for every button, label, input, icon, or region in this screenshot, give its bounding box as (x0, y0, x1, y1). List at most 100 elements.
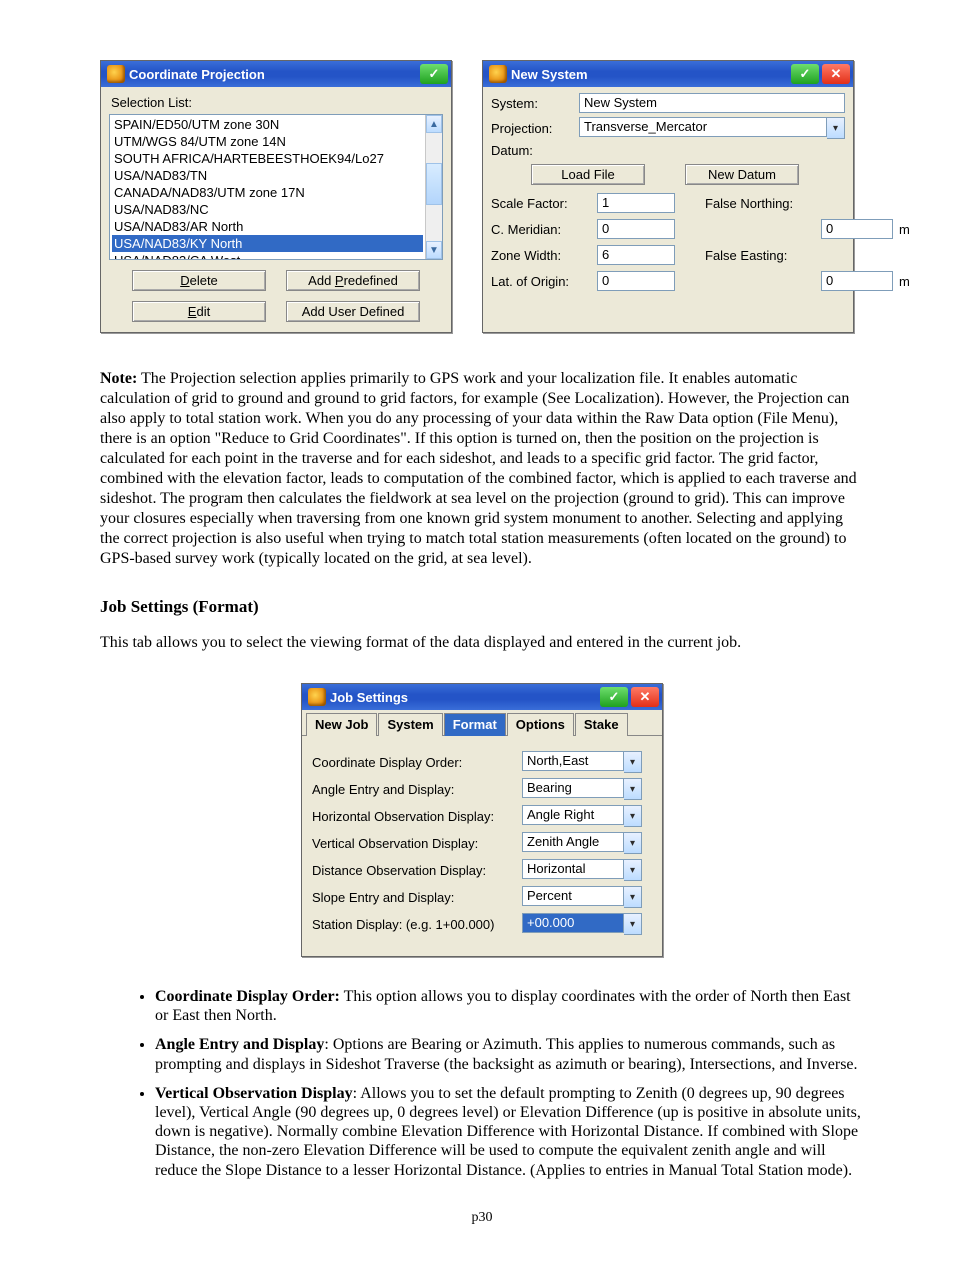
addpre-post: redefined (344, 273, 398, 288)
app-icon (308, 688, 326, 706)
close-button[interactable]: ✕ (822, 64, 850, 84)
dropdown-icon[interactable]: ▾ (624, 832, 642, 854)
chevron-down-icon: ▾ (630, 892, 635, 903)
scale-factor-label: Scale Factor: (491, 196, 591, 211)
close-icon: ✕ (640, 689, 651, 705)
bullet-bold: Angle Entry and Display (155, 1036, 324, 1053)
scale-factor-input[interactable]: 1 (597, 193, 675, 213)
dist-select[interactable]: Horizontal ▾ (522, 859, 642, 881)
false-northing-input[interactable]: 0 (821, 219, 893, 239)
bullet-item: Vertical Observation Display: Allows you… (155, 1084, 864, 1180)
check-icon: ✓ (429, 66, 440, 82)
delete-button[interactable]: Delete (132, 270, 266, 291)
coord-order-select[interactable]: North,East▾ (522, 751, 642, 773)
c-meridian-label: C. Meridian: (491, 222, 591, 237)
dropdown-icon[interactable]: ▾ (827, 117, 845, 139)
bullet-item: Coordinate Display Order: This option al… (155, 987, 864, 1025)
false-easting-label: False Easting: (705, 248, 815, 263)
scroll-track[interactable] (426, 133, 442, 241)
load-file-button[interactable]: Load File (531, 164, 645, 185)
window-title: Coordinate Projection (129, 67, 265, 82)
list-item[interactable]: CANADA/NAD83/UTM zone 17N (112, 184, 423, 201)
dropdown-icon[interactable]: ▾ (624, 778, 642, 800)
slope-value: Percent (522, 886, 624, 906)
adduser-label: Add User Defined (302, 304, 405, 319)
chevron-up-icon: ▲ (429, 119, 439, 130)
list-item[interactable]: USA/NAD83/KY North (112, 235, 423, 252)
chevron-down-icon: ▾ (630, 811, 635, 822)
add-predefined-button[interactable]: Add Predefined (286, 270, 420, 291)
list-item[interactable]: USA/NAD83/AR North (112, 218, 423, 235)
tab-format[interactable]: Format (444, 713, 506, 736)
list-item[interactable]: UTM/WGS 84/UTM zone 14N (112, 133, 423, 150)
window-title: New System (511, 67, 588, 82)
titlebar[interactable]: Job Settings ✓ ✕ (302, 684, 662, 710)
false-easting-input[interactable]: 0 (821, 271, 893, 291)
scrollbar[interactable]: ▲ ▼ (425, 115, 442, 259)
slope-select[interactable]: Percent ▾ (522, 886, 642, 908)
selection-list[interactable]: SPAIN/ED50/UTM zone 30NUTM/WGS 84/UTM zo… (109, 114, 443, 260)
station-value: +00.000 (522, 913, 624, 933)
tab-new-job[interactable]: New Job (306, 713, 377, 736)
vert-select[interactable]: Zenith Angle ▾ (522, 832, 642, 854)
chevron-down-icon: ▾ (630, 865, 635, 876)
dropdown-icon[interactable]: ▾ (624, 859, 642, 881)
ok-button[interactable]: ✓ (600, 687, 628, 707)
titlebar[interactable]: New System ✓ ✕ (483, 61, 853, 87)
selection-list-label: Selection List: (111, 95, 443, 110)
ok-button[interactable]: ✓ (791, 64, 819, 84)
lat-origin-input[interactable]: 0 (597, 271, 675, 291)
note-paragraph: Note: The Projection selection applies p… (100, 369, 864, 569)
new-datum-button[interactable]: New Datum (685, 164, 799, 185)
list-item[interactable]: USA/NAD83/CA West (112, 252, 423, 259)
vert-value: Zenith Angle (522, 832, 624, 852)
section-heading: Job Settings (Format) (100, 597, 864, 617)
chevron-down-icon: ▾ (833, 123, 838, 134)
projection-label: Projection: (491, 121, 579, 136)
job-settings-window: Job Settings ✓ ✕ New Job System Format O… (301, 683, 663, 957)
coord-order-value: North,East (522, 751, 624, 771)
list-item[interactable]: USA/NAD83/TN (112, 167, 423, 184)
dist-value: Horizontal (522, 859, 624, 879)
scroll-down-button[interactable]: ▼ (426, 241, 442, 259)
add-user-defined-button[interactable]: Add User Defined (286, 301, 420, 322)
unit-m: m (899, 274, 915, 289)
list-item[interactable]: SOUTH AFRICA/HARTEBEESTHOEK94/Lo27 (112, 150, 423, 167)
angle-value: Bearing (522, 778, 624, 798)
app-icon (489, 65, 507, 83)
dropdown-icon[interactable]: ▾ (624, 751, 642, 773)
tab-system[interactable]: System (378, 713, 442, 736)
close-button[interactable]: ✕ (631, 687, 659, 707)
app-icon (107, 65, 125, 83)
dropdown-icon[interactable]: ▾ (624, 886, 642, 908)
check-icon: ✓ (609, 689, 620, 705)
tab-options[interactable]: Options (507, 713, 574, 736)
load-file-label: Load File (561, 167, 614, 182)
page-number: p30 (100, 1210, 864, 1226)
dropdown-icon[interactable]: ▾ (624, 913, 642, 935)
scroll-up-button[interactable]: ▲ (426, 115, 442, 133)
ok-button[interactable]: ✓ (420, 64, 448, 84)
vert-label: Vertical Observation Display: (312, 836, 522, 851)
chevron-down-icon: ▾ (630, 838, 635, 849)
system-input[interactable]: New System (579, 93, 845, 113)
dropdown-icon[interactable]: ▾ (624, 805, 642, 827)
angle-select[interactable]: Bearing▾ (522, 778, 642, 800)
lat-origin-label: Lat. of Origin: (491, 274, 591, 289)
slope-label: Slope Entry and Display: (312, 890, 522, 905)
dist-label: Distance Observation Display: (312, 863, 522, 878)
list-item[interactable]: USA/NAD83/NC (112, 201, 423, 218)
horiz-label: Horizontal Observation Display: (312, 809, 522, 824)
projection-select[interactable]: Transverse_Mercator ▾ (579, 117, 845, 139)
c-meridian-input[interactable]: 0 (597, 219, 675, 239)
tab-stake[interactable]: Stake (575, 713, 628, 736)
list-item[interactable]: SPAIN/ED50/UTM zone 30N (112, 116, 423, 133)
station-select[interactable]: +00.000▾ (522, 913, 642, 935)
titlebar[interactable]: Coordinate Projection ✓ (101, 61, 451, 87)
edit-button[interactable]: Edit (132, 301, 266, 322)
scroll-thumb[interactable] (426, 163, 442, 205)
horiz-select[interactable]: Angle Right▾ (522, 805, 642, 827)
addpre-underline: P (335, 273, 344, 288)
zone-width-input[interactable]: 6 (597, 245, 675, 265)
station-label: Station Display: (e.g. 1+00.000) (312, 917, 522, 932)
